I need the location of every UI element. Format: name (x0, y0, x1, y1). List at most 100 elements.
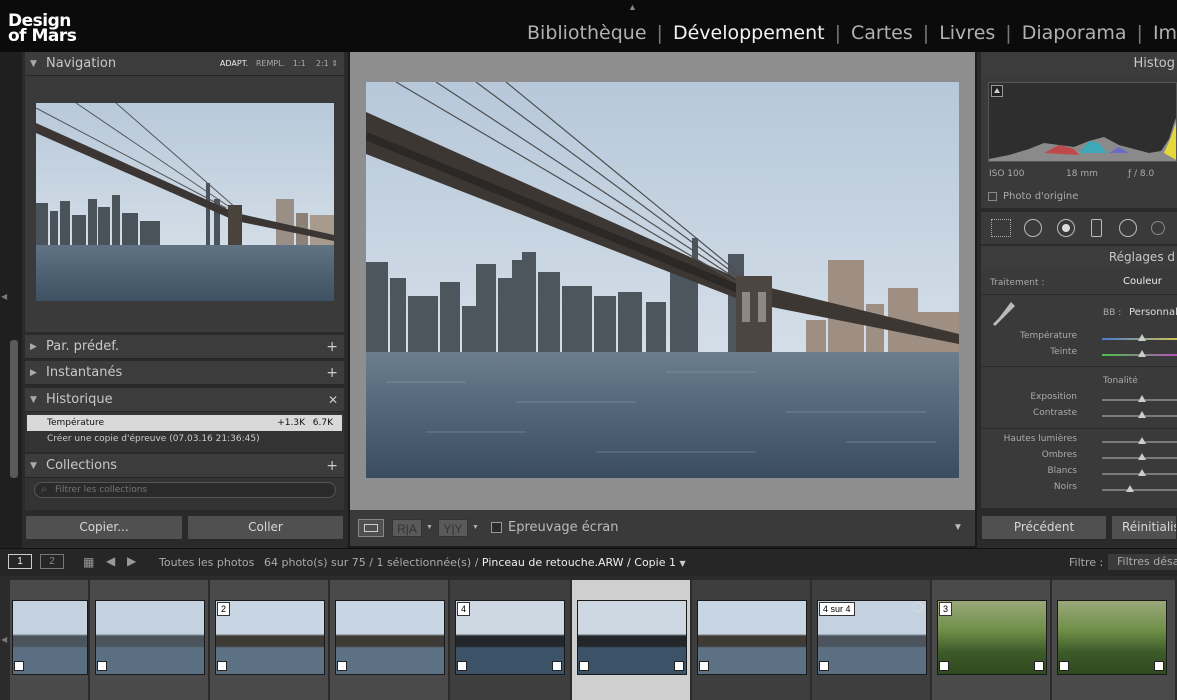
slider-knob[interactable] (1138, 411, 1146, 418)
filmstrip-thumbnail[interactable] (697, 600, 807, 675)
module-book[interactable]: Livres (939, 22, 995, 44)
forward-arrow-icon[interactable]: ▶ (127, 554, 136, 568)
collections-header[interactable]: ▼ Collections + (25, 454, 344, 478)
history-item-before: +1.3K (277, 418, 305, 428)
slider-highlights[interactable]: Hautes lumières (982, 433, 1177, 449)
basic-header[interactable]: Réglages d (981, 246, 1177, 268)
history-item-after: 6.7K (312, 418, 333, 428)
filmstrip-thumbnail[interactable] (95, 600, 205, 675)
module-develop[interactable]: Développement (673, 22, 825, 44)
proof-checkbox[interactable] (491, 522, 502, 533)
zoom-2-1[interactable]: 2:1 (316, 59, 329, 68)
slider-exposure[interactable]: Exposition (982, 391, 1177, 407)
before-after-lr-button[interactable]: R|A (392, 519, 422, 537)
add-collection-icon[interactable]: + (326, 454, 338, 478)
collapse-bottom-icon[interactable]: ◀ (1, 635, 7, 644)
slider-contrast[interactable]: Contraste (982, 407, 1177, 423)
crop-tool-icon[interactable] (991, 219, 1011, 237)
add-preset-icon[interactable]: + (326, 335, 338, 359)
red-eye-icon[interactable] (1057, 219, 1075, 237)
histogram[interactable] (988, 82, 1177, 162)
radial-filter-icon[interactable] (1119, 219, 1137, 237)
iso-value: ISO 100 (989, 169, 1025, 179)
slider-knob[interactable] (1138, 437, 1146, 444)
module-slideshow[interactable]: Diaporama (1022, 22, 1127, 44)
snapshots-header[interactable]: ▶ Instantanés + (25, 361, 344, 385)
current-file-name[interactable]: Pinceau de retouche.ARW / Copie 1 (482, 556, 676, 569)
module-map[interactable]: Cartes (851, 22, 913, 44)
main-window-button[interactable]: 1 (8, 554, 32, 569)
slider-knob[interactable] (1138, 395, 1146, 402)
slider-shadows[interactable]: Ombres (982, 449, 1177, 465)
loupe-view-button[interactable] (358, 519, 384, 537)
histogram-header[interactable]: Histog (981, 52, 1177, 76)
grid-view-icon[interactable]: ▦ (83, 555, 94, 569)
filmstrip-thumbnail[interactable] (335, 600, 445, 675)
white-balance-picker-icon[interactable] (991, 300, 1017, 330)
navigator-header[interactable]: ▼ Navigation ADAPT. REMPL. 1:1 2:1 ⇕ (25, 52, 344, 76)
filmstrip-thumbnail[interactable] (937, 600, 1047, 675)
treatment-color-option[interactable]: Couleur (1123, 276, 1162, 287)
paste-settings-button[interactable]: Coller (187, 515, 344, 540)
filmstrip-source[interactable]: Toutes les photos (159, 556, 254, 569)
zoom-fit[interactable]: ADAPT. (220, 59, 248, 68)
add-snapshot-icon[interactable]: + (326, 361, 338, 385)
copy-settings-button[interactable]: Copier... (25, 515, 183, 540)
slider-temperature[interactable]: Température (982, 330, 1177, 346)
zoom-1-1[interactable]: 1:1 (293, 59, 306, 68)
collapse-top-icon[interactable]: ▲ (628, 2, 637, 12)
filmstrip-thumbnail[interactable] (817, 600, 927, 675)
reset-button[interactable]: Réinitialise (1111, 515, 1177, 540)
before-after-swap-button[interactable]: Y|Y (438, 519, 468, 537)
slider-knob[interactable] (1138, 350, 1146, 357)
previous-button[interactable]: Précédent (981, 515, 1107, 540)
collapse-left-icon[interactable]: ◀ (1, 292, 7, 301)
graduated-filter-icon[interactable] (1091, 219, 1102, 237)
chevron-down-icon[interactable]: ▼ (426, 519, 433, 537)
original-photo-checkbox[interactable] (988, 192, 997, 201)
toolbar-menu-icon[interactable]: ▼ (953, 519, 963, 537)
module-separator: | (922, 22, 930, 44)
module-separator: | (1136, 22, 1143, 44)
history-item-selected[interactable]: Température +1.3K 6.7K (27, 415, 342, 431)
slider-knob[interactable] (1126, 485, 1134, 492)
slider-tint[interactable]: Teinte (982, 346, 1177, 362)
slider-knob[interactable] (1138, 453, 1146, 460)
filmstrip-thumbnail[interactable] (1057, 600, 1167, 675)
chevron-down-icon[interactable]: ▼ (472, 519, 479, 537)
clear-history-icon[interactable]: ✕ (328, 388, 338, 412)
filter-dropdown[interactable]: Filtres désac (1108, 554, 1177, 570)
slider-knob[interactable] (1138, 334, 1146, 341)
slider-blacks[interactable]: Noirs (982, 481, 1177, 497)
filmstrip-thumbnail[interactable] (12, 600, 88, 675)
focal-value: 18 mm (1066, 169, 1098, 179)
chevron-down-icon[interactable]: ▼ (679, 559, 685, 568)
filmstrip-thumbnail[interactable] (455, 600, 565, 675)
spot-removal-icon[interactable] (1024, 219, 1042, 237)
collection-filter-input[interactable] (55, 484, 325, 496)
search-icon: ⌕ (41, 484, 47, 495)
collection-filter[interactable]: ⌕ (34, 482, 336, 498)
main-photo[interactable] (366, 82, 959, 478)
filmstrip-thumbnail[interactable] (577, 600, 687, 675)
treatment-label: Traitement : (990, 278, 1045, 288)
loupe-icon (364, 524, 378, 532)
presets-header[interactable]: ▶ Par. prédef. + (25, 335, 344, 359)
module-print[interactable]: Impressio (1153, 22, 1177, 44)
slider-whites[interactable]: Blancs (982, 465, 1177, 481)
module-library[interactable]: Bibliothèque (527, 22, 647, 44)
zoom-fill[interactable]: REMPL. (256, 59, 285, 68)
wb-dropdown[interactable]: Personnali (1129, 307, 1177, 318)
navigator-preview[interactable] (36, 103, 334, 301)
slider-knob[interactable] (1138, 469, 1146, 476)
history-item-label: Température (47, 418, 105, 428)
filmstrip-thumbnail[interactable] (215, 600, 325, 675)
left-scrollbar[interactable] (10, 340, 18, 478)
history-header[interactable]: ▼ Historique ✕ (25, 388, 344, 412)
histogram-graph (989, 118, 1176, 161)
back-arrow-icon[interactable]: ◀ (106, 554, 115, 568)
shadow-clip-indicator[interactable] (991, 85, 1003, 97)
history-item[interactable]: Créer une copie d'épreuve (07.03.16 21:3… (47, 434, 260, 444)
adjustment-brush-icon[interactable] (1151, 221, 1165, 235)
secondary-window-button[interactable]: 2 (40, 554, 64, 569)
